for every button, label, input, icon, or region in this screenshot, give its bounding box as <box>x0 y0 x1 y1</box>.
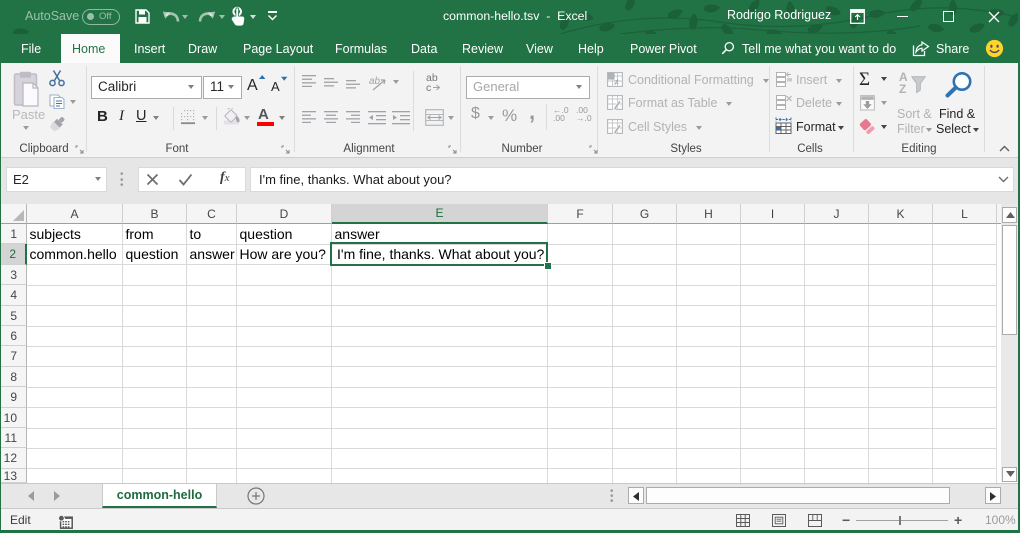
svg-text:c: c <box>426 82 431 92</box>
svg-text:≠: ≠ <box>614 77 619 87</box>
